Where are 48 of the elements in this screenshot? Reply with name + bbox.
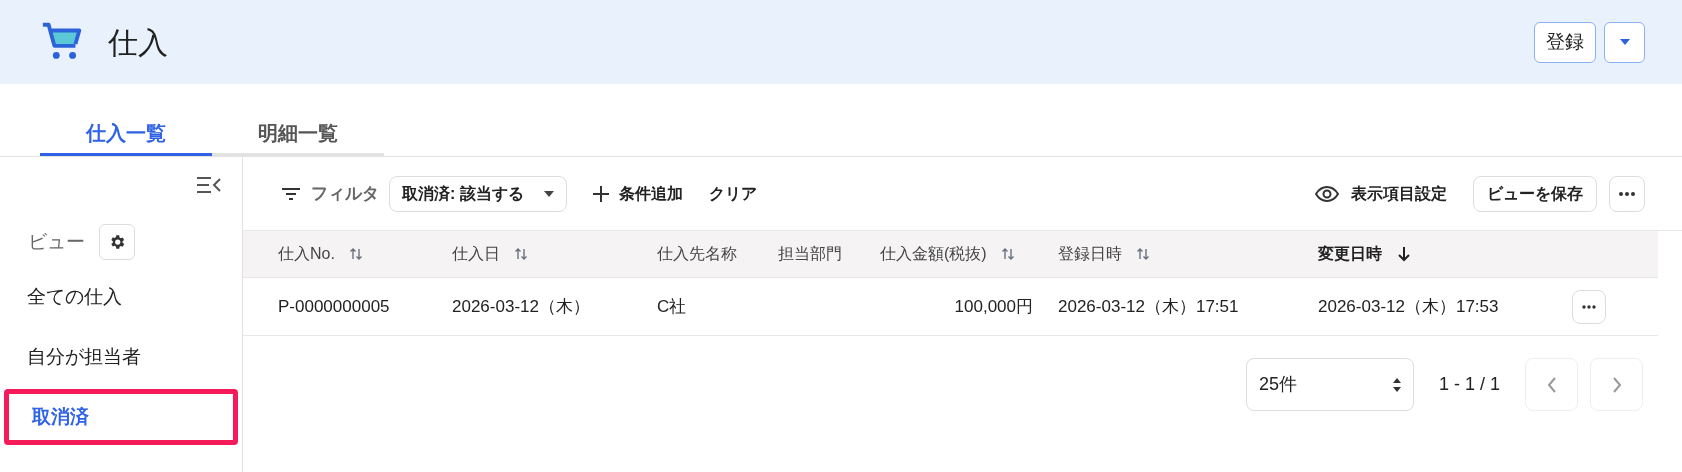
more-icon [1619, 191, 1635, 196]
page-title: 仕入 [108, 24, 168, 61]
chevron-right-icon [1611, 376, 1622, 393]
caret-icon [543, 190, 554, 197]
display-columns-button[interactable]: 表示項目設定 [1315, 181, 1447, 206]
table-cell-text: C社 [657, 295, 687, 318]
column-header: 担当部門 [778, 244, 842, 264]
page-range: 1 - 1 / 1 [1438, 373, 1500, 396]
table-cell-text: 2026-03-12（木）17:51 [1058, 295, 1239, 318]
filter-chip[interactable]: 取消済: 該当する [389, 175, 567, 212]
sidebar-item[interactable]: 取消済 [4, 389, 238, 445]
clear-button[interactable]: クリア [708, 181, 757, 206]
add-condition-button[interactable]: 条件追加 [592, 181, 683, 206]
column-header: 仕入No. [278, 244, 335, 264]
caret-icon [1619, 39, 1630, 45]
sidebar-item[interactable]: 自分が担当者 [4, 329, 238, 385]
register-button[interactable]: 登録 [1534, 21, 1596, 63]
page-size-select[interactable]: 25件 [1245, 358, 1414, 411]
column-header: 仕入日 [452, 244, 500, 264]
column-header: 仕入金額(税抜) [880, 244, 987, 264]
save-view-button[interactable]: ビューを保存 [1473, 175, 1597, 212]
column-header: 仕入先名称 [657, 244, 737, 264]
more-icon [1582, 304, 1596, 309]
sort-icon[interactable] [348, 246, 363, 262]
sort-descending-icon[interactable] [1396, 245, 1412, 263]
column-header: 登録日時 [1058, 244, 1122, 264]
eye-icon [1315, 185, 1339, 202]
view-label: ビュー [28, 229, 85, 254]
filter-icon [281, 186, 301, 201]
tab[interactable]: 明細一覧 [212, 112, 384, 156]
sort-icon[interactable] [1000, 246, 1015, 262]
more-button[interactable] [1609, 175, 1645, 212]
plus-icon [592, 185, 609, 202]
chevron-left-icon [1546, 376, 1557, 393]
row-actions-button[interactable] [1572, 289, 1606, 324]
collapse-sidebar-icon[interactable] [196, 175, 222, 195]
sidebar-item[interactable]: 全ての仕入 [4, 269, 238, 325]
tab[interactable]: 仕入一覧 [40, 112, 212, 156]
filter-label: フィルタ [311, 182, 379, 205]
select-arrows-icon [1392, 377, 1401, 392]
sort-icon[interactable] [1136, 246, 1150, 262]
sort-icon[interactable] [514, 246, 528, 262]
table-cell-text: P-0000000005 [278, 295, 390, 318]
table-cell-text: 2026-03-12（木）17:53 [1318, 295, 1499, 318]
table-cell-text: 2026-03-12（木） [452, 295, 590, 318]
column-header: 変更日時 [1318, 244, 1382, 264]
table-cell-text: 100,000円 [954, 295, 1033, 318]
view-settings-button[interactable] [99, 224, 135, 260]
